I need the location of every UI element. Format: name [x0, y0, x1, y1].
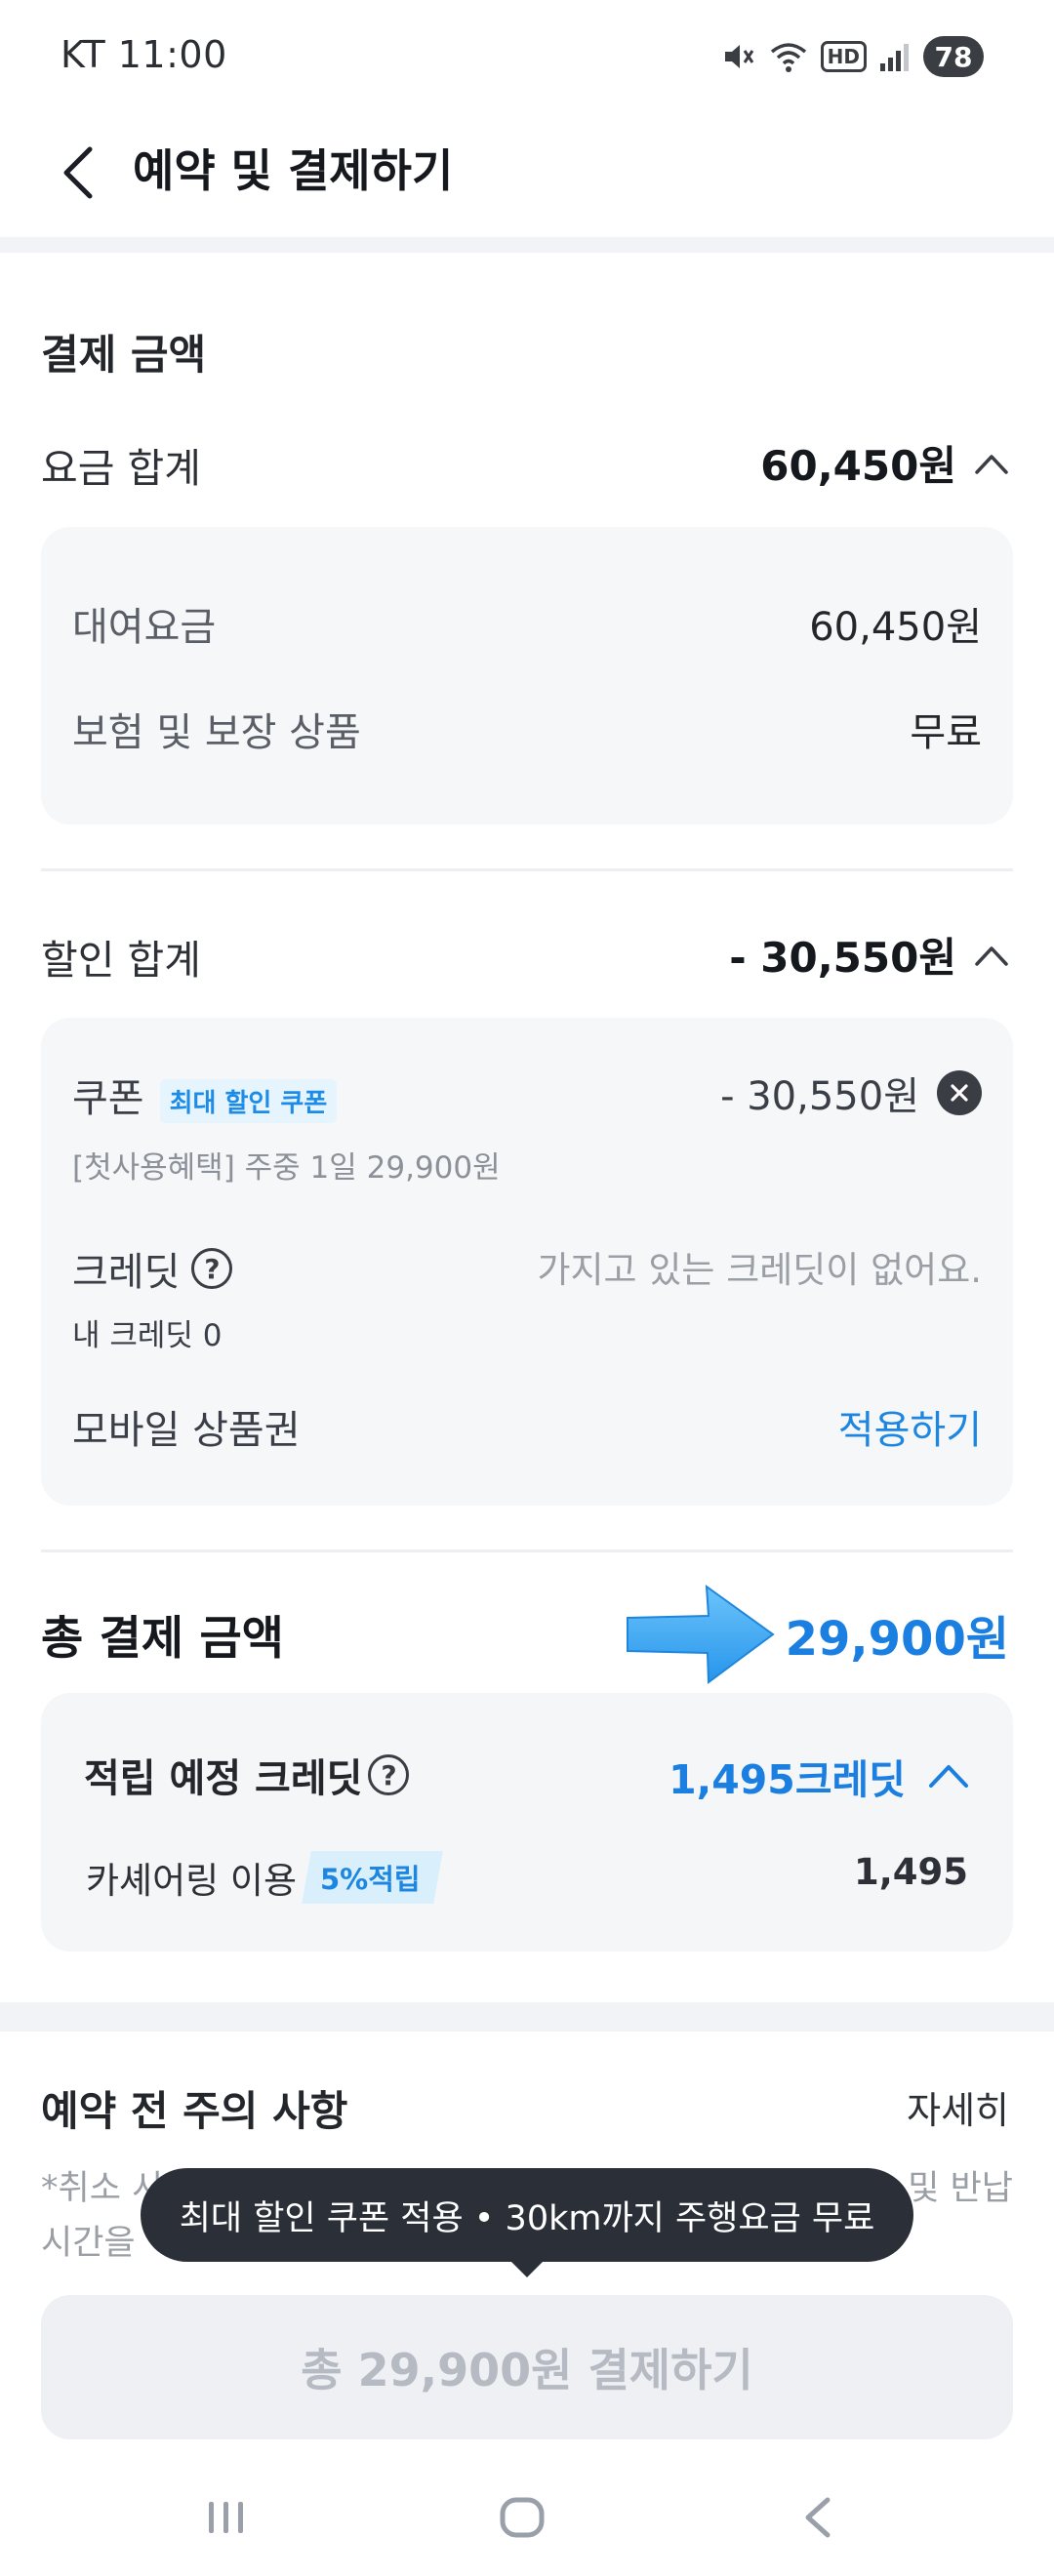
fare-total-toggle[interactable]: 60,450원	[760, 433, 1009, 493]
earn-value: 1,495크레딧	[669, 1756, 906, 1803]
back-button[interactable]	[39, 134, 117, 212]
earn-help-icon[interactable]: ?	[368, 1754, 410, 1795]
rental-fee-label: 대여요금	[72, 605, 217, 650]
divider	[41, 1550, 1013, 1552]
home-button[interactable]	[464, 2478, 581, 2556]
coupon-value: - 30,550원	[720, 1074, 919, 1119]
earn-row-value: 1,495	[853, 1851, 968, 1893]
page-title: 예약 및 결제하기	[133, 144, 454, 197]
recent-apps-button[interactable]	[168, 2478, 285, 2556]
system-back-button[interactable]	[759, 2478, 876, 2556]
recent-apps-icon	[209, 2502, 243, 2533]
credit-label: 크레딧	[72, 1250, 181, 1295]
credit-label-row: 크레딧 ?	[72, 1240, 233, 1297]
status-icons: HD 78	[719, 35, 984, 78]
battery-icon: 78	[923, 36, 984, 77]
discount-total-label: 할인 합계	[41, 937, 201, 984]
discount-total-toggle[interactable]: - 30,550원	[729, 925, 1009, 985]
fare-total-label: 요금 합계	[41, 445, 201, 492]
fare-detail-card: 대여요금 60,450원 보험 및 보장 상품 무료	[41, 527, 1013, 825]
chevron-up-icon	[975, 946, 1008, 966]
coupon-label: 쿠폰	[72, 1076, 144, 1121]
grand-total-label: 총 결제 금액	[41, 1612, 284, 1666]
chevron-up-icon	[929, 1765, 968, 1788]
earn-title-row: 적립 예정 크레딧 ?	[84, 1747, 410, 1803]
coupon-note: [첫사용혜택] 주중 1일 29,900원	[72, 1150, 501, 1186]
discount-total-value: - 30,550원	[729, 934, 956, 982]
coupon-tooltip: 최대 할인 쿠폰 적용 • 30km까지 주행요금 무료	[141, 2168, 913, 2262]
chevron-up-icon	[975, 454, 1008, 474]
tooltip-text: 최대 할인 쿠폰 적용 • 30km까지 주행요금 무료	[179, 2198, 875, 2238]
credit-help-icon[interactable]: ?	[191, 1248, 233, 1289]
system-nav-bar	[0, 2459, 1054, 2576]
earn-rate-badge-text: 5%적립	[320, 1863, 421, 1896]
wifi-icon	[768, 38, 809, 75]
grand-total-value: 29,900원	[785, 1612, 1009, 1667]
fare-total-value: 60,450원	[760, 442, 956, 490]
earn-credit-card: 적립 예정 크레딧 ? 1,495크레딧 카셰어링 이용 5%적립 1,495	[41, 1693, 1013, 1952]
arrow-right-icon	[625, 1581, 776, 1692]
earn-row-label-group: 카셰어링 이용 5%적립	[86, 1851, 443, 1904]
notice-title: 예약 전 주의 사항	[41, 2087, 348, 2135]
section-divider	[0, 2002, 1054, 2032]
my-credit: 내 크레딧 0	[72, 1318, 223, 1353]
close-icon	[951, 1084, 968, 1102]
insurance-label: 보험 및 보장 상품	[72, 710, 361, 755]
status-bar: KT 11:00 HD 78	[0, 0, 1054, 112]
hd-icon: HD	[820, 41, 867, 72]
earn-row-label: 카셰어링 이용	[86, 1860, 298, 1902]
max-discount-badge: 최대 할인 쿠폰	[159, 1078, 338, 1123]
notice-text-end: 및 반납	[908, 2169, 1013, 2208]
signal-icon	[878, 40, 912, 73]
apply-gift-card-link[interactable]: 적용하기	[838, 1398, 982, 1455]
pay-button[interactable]: 총 29,900원 결제하기	[41, 2295, 1013, 2439]
payment-section-title: 결제 금액	[41, 331, 207, 379]
earn-title: 적립 예정 크레딧	[84, 1756, 363, 1801]
chevron-left-icon	[63, 146, 93, 199]
back-icon	[805, 2497, 831, 2538]
earn-rate-badge: 5%적립	[302, 1851, 443, 1904]
credit-status: 가지고 있는 크레딧이 없어요.	[537, 1249, 982, 1291]
earn-toggle[interactable]: 1,495크레딧	[669, 1747, 970, 1805]
header-divider	[0, 237, 1054, 253]
gift-card-label: 모바일 상품권	[72, 1408, 301, 1453]
carrier-time: KT 11:00	[61, 33, 227, 76]
app-header: 예약 및 결제하기	[0, 112, 1054, 237]
insurance-value: 무료	[910, 710, 982, 755]
notice-more-link[interactable]: 자세히	[907, 2080, 1009, 2134]
coupon-value-row: - 30,550원	[720, 1065, 982, 1121]
discount-detail-card: 쿠폰 최대 할인 쿠폰 - 30,550원 [첫사용혜택] 주중 1일 29,90…	[41, 1018, 1013, 1506]
mute-icon	[719, 38, 756, 75]
remove-coupon-button[interactable]	[937, 1070, 982, 1115]
divider	[41, 868, 1013, 871]
tooltip-tail	[509, 2260, 545, 2277]
coupon-label-row: 쿠폰 최대 할인 쿠폰	[72, 1067, 338, 1123]
rental-fee-value: 60,450원	[809, 605, 982, 650]
home-icon	[500, 2497, 545, 2538]
